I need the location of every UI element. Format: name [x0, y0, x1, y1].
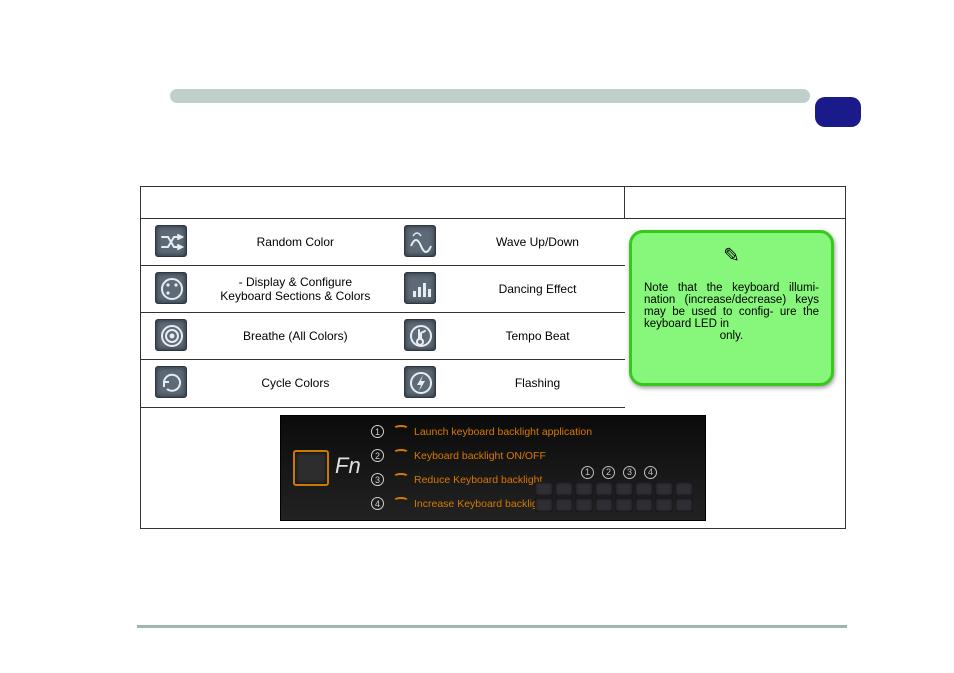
concentric-icon [155, 319, 187, 351]
mode-label: Wave Up/Down [450, 219, 625, 266]
mode-label: Dancing Effect [450, 266, 625, 313]
fn-line: 2 Keyboard backlight ON/OFF [371, 448, 546, 464]
fn-row: Fn 1 Launch keyboard backlight applicati… [141, 407, 846, 528]
fn-line-text: Increase Keyboard backlight [414, 498, 547, 510]
fn-line: 1 Launch keyboard backlight application [371, 424, 592, 440]
note-line: Note that the keyboard illumi- [644, 282, 819, 294]
flash-icon [404, 366, 436, 398]
icon-cell [390, 360, 450, 407]
footer-rule [137, 625, 847, 628]
fn-label: Fn [335, 453, 361, 479]
tempo-icon [404, 319, 436, 351]
table-row: Random Color Wave Up/Down ✎ Note that th… [141, 219, 846, 266]
page: Random Color Wave Up/Down ✎ Note that th… [0, 0, 954, 673]
icon-cell [141, 266, 201, 313]
mode-label: Tempo Beat [450, 313, 625, 360]
fn-key-icon [293, 450, 329, 486]
circled-num: 4 [644, 466, 657, 479]
fn-line-text: Reduce Keyboard backlight [414, 474, 542, 486]
wave-icon [404, 225, 436, 257]
dancing-icon [404, 272, 436, 304]
note-box: ✎ Note that the keyboard illumi- nation … [629, 230, 834, 386]
circled-num: 1 [581, 466, 594, 479]
mode-label: Cycle Colors [200, 360, 390, 407]
fn-line-text: Keyboard backlight ON/OFF [414, 450, 546, 462]
help-header [625, 187, 846, 219]
key-num-labels: 1 2 3 4 [581, 466, 657, 479]
icon-cell [141, 219, 201, 266]
mode-label: Flashing [450, 360, 625, 407]
fn-num-circle: 1 [371, 425, 384, 438]
note-text: Note that the keyboard illumi- nation (i… [644, 282, 819, 342]
fn-panel: Fn 1 Launch keyboard backlight applicati… [280, 415, 706, 521]
mode-label-line: - Display & Configure [239, 275, 352, 289]
icon-cell [390, 219, 450, 266]
note-line: only. [644, 330, 819, 342]
circled-num: 3 [623, 466, 636, 479]
fn-cell: Fn 1 Launch keyboard backlight applicati… [141, 407, 846, 528]
mode-label: Random Color [200, 219, 390, 266]
key-grid [535, 482, 693, 512]
circled-num: 2 [602, 466, 615, 479]
icon-cell [390, 313, 450, 360]
note-line: nation (increase/decrease) [644, 294, 786, 306]
fn-line: 3 Reduce Keyboard backlight [371, 472, 542, 488]
icon-cell [141, 313, 201, 360]
backlight-icon [390, 449, 408, 463]
help-cell: ✎ Note that the keyboard illumi- nation … [625, 219, 846, 408]
backlight-icon [390, 497, 408, 511]
fn-num-circle: 2 [371, 449, 384, 462]
fn-line: 4 Increase Keyboard backlight [371, 496, 547, 512]
header-bar [170, 89, 810, 103]
palette-icon [155, 272, 187, 304]
table-header-row [141, 187, 846, 219]
mode-label: Breathe (All Colors) [200, 313, 390, 360]
fn-line-text: Launch keyboard backlight application [414, 426, 592, 438]
side-tab [815, 97, 861, 127]
mode-label: - Display & Configure Keyboard Sections … [200, 266, 390, 313]
backlight-icon [390, 473, 408, 487]
pencil-icon: ✎ [644, 243, 819, 268]
fn-num-circle: 4 [371, 497, 384, 510]
random-icon [155, 225, 187, 257]
fn-num-circle: 3 [371, 473, 384, 486]
icon-cell [141, 360, 201, 407]
backlight-icon [390, 425, 408, 439]
modes-table: Random Color Wave Up/Down ✎ Note that th… [140, 186, 846, 529]
icon-cell [390, 266, 450, 313]
mode-label-line: Keyboard Sections & Colors [220, 289, 370, 303]
cycle-icon [155, 366, 187, 398]
modes-header [141, 187, 625, 219]
